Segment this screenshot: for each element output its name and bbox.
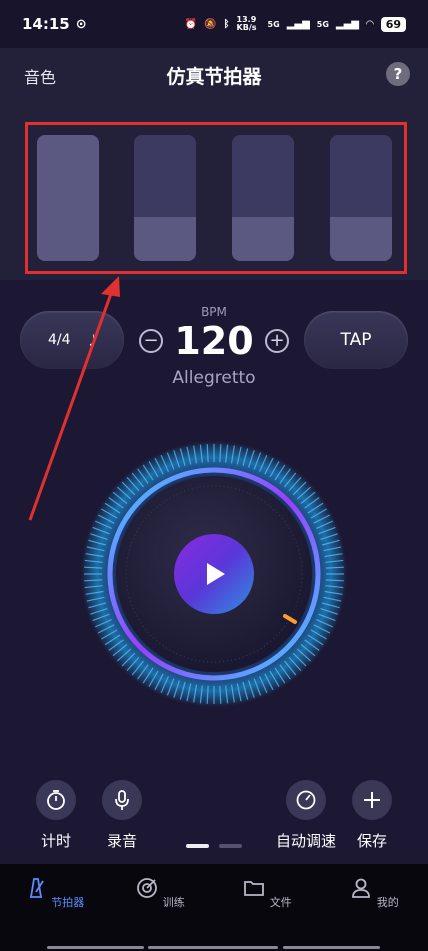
status-time: 14:15 <box>22 15 70 33</box>
beat-indicator-3[interactable] <box>232 135 294 261</box>
record-tool[interactable]: 录音 <box>87 780 157 851</box>
wifi-icon: ◠ <box>365 18 374 30</box>
signal-2-label: 5G <box>316 19 329 29</box>
bottom-tab-bar: 节拍器 训练 文件 我的 <box>0 864 428 951</box>
tab-label: 我的 <box>376 896 399 909</box>
bluetooth-icon: ᛒ <box>223 18 230 30</box>
status-icons: ⏰ 🔕 ᛒ 13.9 KB/s 5G ▂▄▆ 5G ▂▄▆ ◠ 69 <box>185 16 406 32</box>
tempo-dial[interactable] <box>80 440 348 708</box>
tab-label: 节拍器 <box>51 896 85 909</box>
mute-icon: 🔕 <box>204 18 217 30</box>
nav-gesture-bar <box>47 946 144 949</box>
status-bar: 14:15 ⊙ ⏰ 🔕 ᛒ 13.9 KB/s 5G ▂▄▆ 5G ▂▄▆ ◠ … <box>0 0 428 48</box>
timer-label: 计时 <box>40 832 71 850</box>
nav-gesture-bar <box>283 946 380 949</box>
page-title: 仿真节拍器 <box>166 66 262 88</box>
signal-1-label: 5G <box>267 19 280 29</box>
target-icon <box>137 878 158 898</box>
signal-1-icon: ▂▄▆ <box>286 18 310 30</box>
auto-tempo-label: 自动调速 <box>275 832 336 850</box>
battery-indicator: 69 <box>380 16 406 32</box>
save-tool[interactable]: 保存 <box>337 780 407 851</box>
increase-bpm-button[interactable]: + <box>265 329 289 353</box>
beat-indicator-4[interactable] <box>330 135 392 261</box>
stopwatch-icon <box>36 780 76 820</box>
tab-label: 文件 <box>269 896 292 909</box>
header: 音色 仿真节拍器 ? <box>0 48 428 280</box>
record-label: 录音 <box>106 832 137 850</box>
save-label: 保存 <box>356 832 387 850</box>
speedometer-icon <box>286 780 326 820</box>
user-icon <box>352 878 371 898</box>
page-indicator <box>186 844 242 848</box>
help-button[interactable]: ? <box>386 62 410 86</box>
beat-indicator-panel <box>25 122 407 274</box>
folder-icon <box>244 881 265 896</box>
tempo-name: Allegretto <box>172 368 256 388</box>
tab-profile[interactable]: 我的 <box>339 876 409 910</box>
microphone-icon <box>102 780 142 820</box>
page-dot-1[interactable] <box>186 844 209 848</box>
play-icon <box>207 563 225 585</box>
beat-level-fill <box>232 216 294 261</box>
tab-files[interactable]: 文件 <box>232 876 302 910</box>
play-button[interactable] <box>174 534 254 614</box>
beat-indicator-1[interactable] <box>37 135 99 261</box>
tool-bar: 计时 录音 自动调速 保存 <box>0 780 428 860</box>
timer-tool[interactable]: 计时 <box>21 780 91 851</box>
beat-level-fill <box>37 135 99 261</box>
alarm-icon: ⏰ <box>184 18 198 30</box>
sync-icon: ⊙ <box>75 16 87 32</box>
tap-tempo-button[interactable]: TAP <box>304 311 408 369</box>
plus-icon <box>352 780 392 820</box>
beat-indicator-2[interactable] <box>134 135 196 261</box>
metronome-icon <box>29 878 44 898</box>
nav-gesture-bar <box>148 946 278 949</box>
beat-level-fill <box>134 216 196 261</box>
signal-2-icon: ▂▄▆ <box>335 18 359 30</box>
network-speed: 13.9 KB/s <box>236 15 257 32</box>
page-dot-2[interactable] <box>219 844 242 848</box>
auto-tempo-tool[interactable]: 自动调速 <box>271 780 341 851</box>
tempo-controls: 4/4 ♩ BPM − 120 + Allegretto TAP <box>0 305 428 411</box>
tab-metronome[interactable]: 节拍器 <box>19 876 89 910</box>
tab-training[interactable]: 训练 <box>125 876 195 910</box>
tab-label: 训练 <box>162 896 185 909</box>
beat-level-fill <box>330 216 392 261</box>
